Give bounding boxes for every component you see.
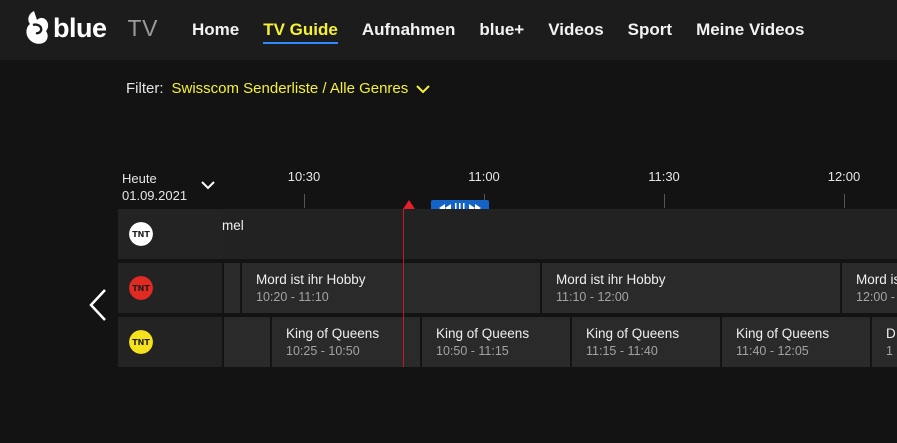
channel-logo-cell[interactable]: TNT (118, 317, 222, 367)
channel-logo-cell[interactable]: TNT (118, 209, 222, 259)
program-title: King of Queens (286, 326, 380, 341)
tnt-channel-logo-icon: TNT (129, 222, 153, 246)
channel-row: TNT mel (118, 209, 897, 259)
time-tick-label: 10:30 (287, 169, 321, 184)
triangle-up-icon (403, 200, 415, 209)
nav-home[interactable]: Home (192, 20, 239, 44)
date-selector[interactable]: Heute 01.09.2021 (122, 170, 187, 204)
nav-tv-guide[interactable]: TV Guide (263, 20, 338, 44)
svg-text:TNT: TNT (132, 284, 150, 293)
filter-label: Filter: (126, 80, 164, 97)
time-tick (304, 194, 305, 208)
program-cell[interactable]: Mord ist ihr Hobby 11:10 - 12:00 (542, 263, 840, 313)
time-tick-label: 11:00 (468, 169, 500, 184)
swisscom-logo-icon (26, 11, 49, 44)
filter-dropdown[interactable]: Filter: Swisscom Senderliste / Alle Genr… (126, 80, 430, 97)
now-indicator-line (403, 209, 404, 367)
chevron-down-icon[interactable] (416, 84, 430, 94)
program-time: 1 (886, 344, 893, 358)
program-time: 12:00 - (856, 290, 895, 304)
program-time: 10:50 - 11:15 (436, 344, 509, 358)
program-title: King of Queens (736, 326, 830, 341)
program-title: King of Queens (436, 326, 530, 341)
program-cell[interactable]: Mord ist ihr Hobby 10:20 - 11:10 (242, 263, 540, 313)
program-cell[interactable]: mel (222, 209, 897, 259)
program-title: D (886, 326, 896, 341)
brand-logo[interactable]: blue TV (24, 10, 158, 46)
date-value: 01.09.2021 (122, 188, 188, 203)
program-time: 11:10 - 12:00 (556, 290, 629, 304)
time-tick (664, 194, 665, 208)
program-time: 11:15 - 11:40 (586, 344, 658, 358)
channel-logo-cell[interactable]: TNT (118, 263, 222, 313)
channel-row: TNT Mord ist ihr Hobby 10:20 - 11:10 Mor… (118, 263, 897, 313)
chevron-down-icon[interactable] (201, 180, 215, 190)
time-tick-label: 12:00 (827, 169, 861, 184)
program-time: 11:40 - 12:05 (736, 344, 809, 358)
brand-name: blue (53, 12, 107, 43)
date-day-label: Heute (122, 171, 157, 186)
nav-aufnahmen[interactable]: Aufnahmen (362, 20, 456, 44)
program-cell[interactable]: Mord ist 12:00 - (842, 263, 897, 313)
program-title: mel (222, 218, 244, 233)
program-time: 10:20 - 11:10 (256, 290, 329, 304)
program-title: Mord ist (856, 272, 897, 287)
nav-blue-plus[interactable]: blue+ (479, 20, 524, 44)
top-navigation-bar: blue TV Home TV Guide Aufnahmen blue+ Vi… (0, 0, 897, 60)
program-cell[interactable]: King of Queens 10:50 - 11:15 (422, 317, 570, 367)
svg-text:TNT: TNT (132, 338, 150, 347)
time-tick (844, 194, 845, 208)
program-title: Mord ist ihr Hobby (256, 272, 366, 287)
tnt-channel-logo-icon: TNT (129, 276, 153, 300)
program-title: Mord ist ihr Hobby (556, 272, 666, 287)
svg-text:TNT: TNT (132, 230, 150, 239)
nav-meine-videos[interactable]: Meine Videos (696, 20, 804, 44)
chevron-left-icon[interactable] (87, 288, 109, 322)
product-name: TV (127, 14, 158, 41)
nav-videos[interactable]: Videos (548, 20, 603, 44)
filter-value[interactable]: Swisscom Senderliste / Alle Genres (172, 80, 409, 97)
nav-sport[interactable]: Sport (628, 20, 672, 44)
program-cell[interactable]: King of Queens 11:15 - 11:40 (572, 317, 720, 367)
tnt-channel-logo-icon: TNT (129, 330, 153, 354)
program-cell[interactable] (224, 317, 270, 367)
program-title: King of Queens (586, 326, 680, 341)
program-cell[interactable] (224, 263, 240, 313)
program-cell[interactable]: D 1 (872, 317, 897, 367)
program-time: 10:25 - 10:50 (286, 344, 360, 358)
channel-row: TNT King of Queens 10:25 - 10:50 King of… (118, 317, 897, 367)
time-tick-label: 11:30 (648, 169, 680, 184)
main-nav: Home TV Guide Aufnahmen blue+ Videos Spo… (192, 20, 828, 44)
program-cell[interactable]: King of Queens 10:25 - 10:50 (272, 317, 420, 367)
program-cell[interactable]: King of Queens 11:40 - 12:05 (722, 317, 870, 367)
